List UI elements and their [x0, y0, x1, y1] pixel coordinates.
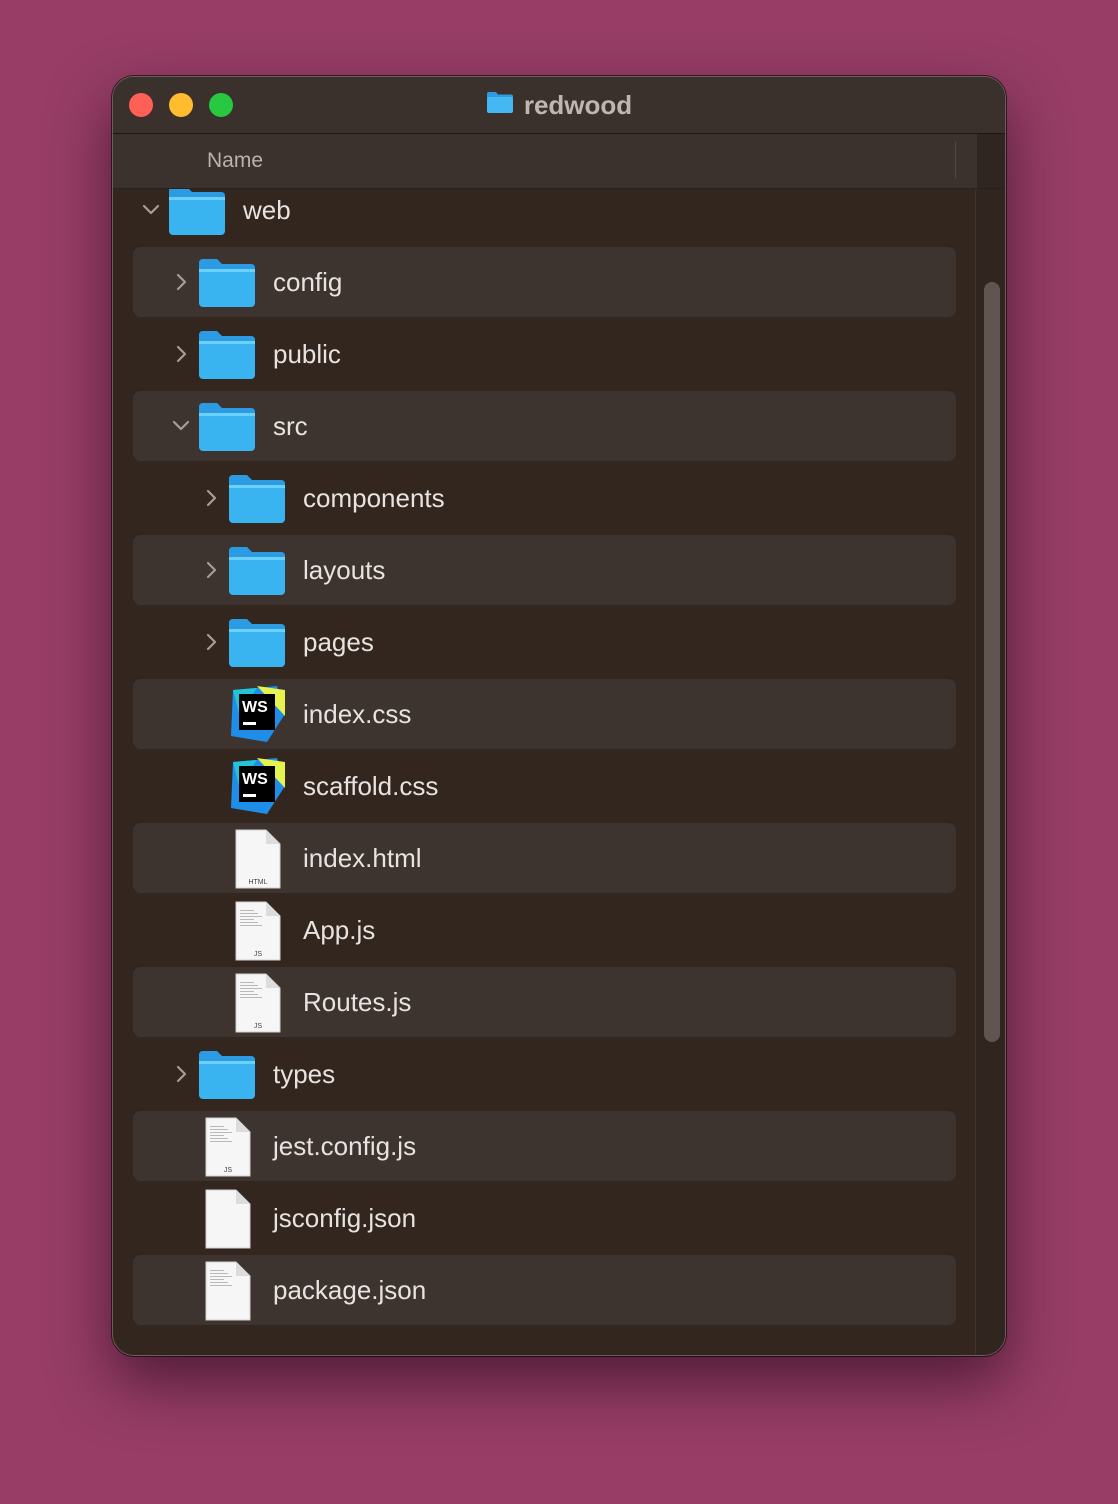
name-column-header[interactable]: Name: [207, 134, 263, 188]
folder-icon: [197, 399, 257, 458]
file-list: web config public src components layouts: [113, 189, 975, 1355]
list-item[interactable]: pages: [133, 607, 956, 677]
list-item[interactable]: jsconfig.json: [133, 1183, 956, 1253]
folder-icon: [486, 90, 514, 121]
list-item[interactable]: package.json: [133, 1255, 956, 1325]
list-item-label: layouts: [303, 555, 386, 585]
list-item[interactable]: components: [133, 463, 956, 533]
window-title: redwood: [113, 77, 1005, 133]
svg-text:JS: JS: [254, 951, 263, 958]
list-item[interactable]: JS App.js: [133, 895, 956, 965]
list-item[interactable]: HTML index.html: [133, 823, 956, 893]
folder-icon: [227, 615, 287, 674]
list-item-label: config: [273, 267, 343, 297]
list-item[interactable]: layouts: [133, 535, 956, 605]
folder-icon: [227, 471, 287, 530]
list-item-label: types: [273, 1059, 336, 1089]
svg-text:WS: WS: [242, 771, 268, 788]
list-item[interactable]: web: [133, 189, 956, 245]
list-item[interactable]: WS scaffold.css: [133, 751, 956, 821]
list-item-label: src: [273, 411, 308, 441]
title-bar[interactable]: redwood: [113, 77, 1005, 134]
svg-text:JS: JS: [224, 1167, 233, 1174]
chevron-right-icon[interactable]: [200, 463, 222, 533]
list-item[interactable]: types: [133, 1039, 956, 1109]
list-item[interactable]: WS index.css: [133, 679, 956, 749]
header-filler: [977, 134, 1005, 188]
list-item-label: index.css: [303, 699, 412, 729]
list-header: Name: [113, 134, 1005, 189]
column-divider[interactable]: [955, 142, 956, 178]
webstorm-file-icon: WS: [227, 756, 287, 821]
list-item[interactable]: config: [133, 247, 956, 317]
chevron-right-icon[interactable]: [170, 247, 192, 317]
chevron-right-icon[interactable]: [170, 319, 192, 389]
window-title-text: redwood: [523, 89, 633, 120]
list-item-label: jest.config.js: [273, 1131, 417, 1161]
json-file-icon: [204, 1188, 252, 1255]
list-item-label: components: [303, 483, 445, 513]
list-item-label: App.js: [303, 915, 376, 945]
finder-window: redwood Name web config public src compo…: [112, 76, 1006, 1356]
json-file-icon: [204, 1260, 252, 1327]
chevron-right-icon[interactable]: [170, 1039, 192, 1109]
chevron-right-icon[interactable]: [200, 607, 222, 677]
list-item[interactable]: src: [133, 391, 956, 461]
svg-text:HTML: HTML: [248, 879, 267, 886]
list-item-label: Routes.js: [303, 987, 412, 1017]
list-item-label: public: [273, 339, 341, 369]
webstorm-file-icon: WS: [227, 684, 287, 749]
chevron-down-icon[interactable]: [140, 189, 162, 245]
list-item[interactable]: JS jest.config.js: [133, 1111, 956, 1181]
scrollbar-thumb[interactable]: [984, 282, 1000, 1042]
list-item-label: scaffold.css: [303, 771, 439, 801]
folder-icon: [227, 543, 287, 602]
js-file-icon: JS: [234, 972, 282, 1039]
js-file-icon: JS: [234, 900, 282, 967]
list-item[interactable]: public: [133, 319, 956, 389]
folder-icon: [197, 255, 257, 314]
folder-icon: [167, 189, 227, 242]
folder-icon: [197, 327, 257, 386]
list-item-label: jsconfig.json: [273, 1203, 417, 1233]
list-item-label: package.json: [273, 1275, 427, 1305]
list-item[interactable]: JS Routes.js: [133, 967, 956, 1037]
folder-icon: [197, 1047, 257, 1106]
list-item-label: web: [243, 195, 291, 225]
js-file-icon: JS: [204, 1116, 252, 1183]
html-file-icon: HTML: [234, 828, 282, 895]
chevron-right-icon[interactable]: [200, 535, 222, 605]
svg-text:WS: WS: [242, 699, 268, 716]
list-item-label: index.html: [303, 843, 422, 873]
list-item-label: pages: [303, 627, 374, 657]
svg-text:JS: JS: [254, 1023, 263, 1030]
chevron-down-icon[interactable]: [170, 391, 192, 461]
